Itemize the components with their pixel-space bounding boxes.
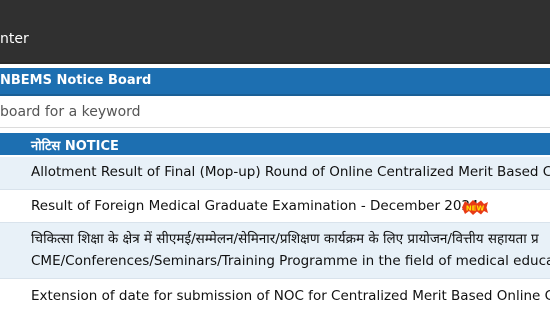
notice-board-header: NBEMS Notice Board [0, 68, 550, 96]
header-link-text[interactable]: nter [0, 31, 29, 47]
top-header-bar: nter [0, 0, 550, 64]
search-input[interactable] [0, 96, 550, 127]
notice-search-box [0, 96, 550, 128]
notice-link-line1[interactable]: चिकित्सा शिक्षा के क्षेत्र में सीएमई/सम्… [31, 228, 539, 251]
new-badge-label: NEW [466, 205, 485, 213]
notice-link-line2[interactable]: CME/Conferences/Seminars/Training Progra… [31, 250, 550, 273]
notice-board-title: NBEMS Notice Board [0, 73, 152, 88]
notice-section-title: नोटिस NOTICE [31, 139, 119, 154]
notice-item[interactable]: चिकित्सा शिक्षा के क्षेत्र में सीएमई/सम्… [0, 223, 550, 279]
notice-link[interactable]: Result of Foreign Medical Graduate Exami… [31, 195, 479, 218]
notice-link[interactable]: Extension of date for submission of NOC … [31, 285, 550, 308]
notice-item[interactable]: Allotment Result of Final (Mop-up) Round… [0, 157, 550, 190]
notice-section-header: नोटिस NOTICE [0, 133, 550, 155]
notice-item[interactable]: Extension of date for submission of NOC … [0, 279, 550, 313]
notice-link[interactable]: Allotment Result of Final (Mop-up) Round… [31, 161, 550, 184]
new-badge-icon: NEW [462, 200, 488, 215]
